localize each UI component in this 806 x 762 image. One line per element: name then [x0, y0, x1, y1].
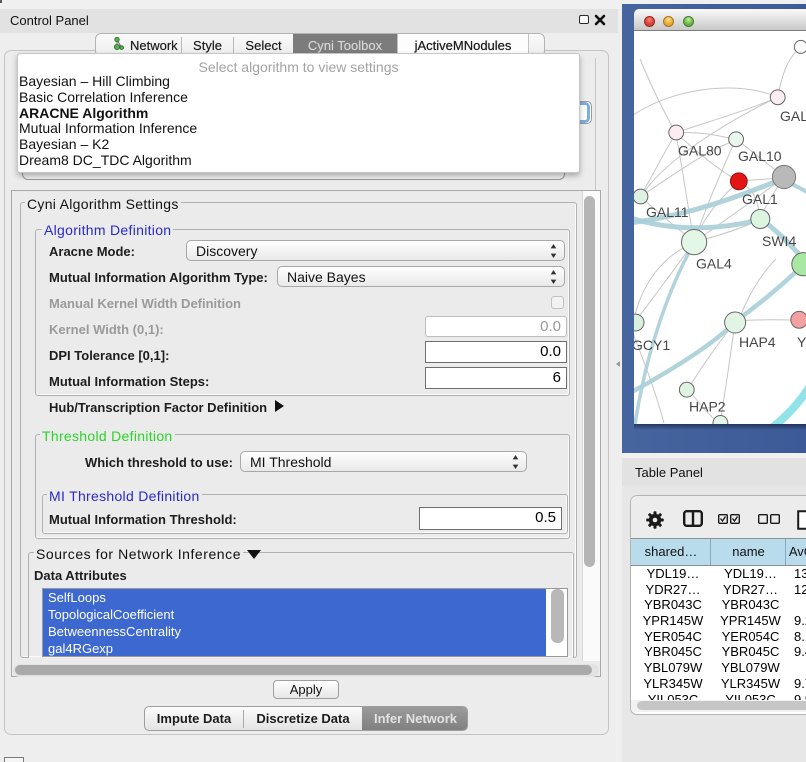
- svg-text:SWI4: SWI4: [762, 233, 796, 249]
- svg-text:GAL1: GAL1: [742, 191, 778, 207]
- svg-text:HAP4: HAP4: [739, 334, 776, 350]
- svg-text:GAL11: GAL11: [646, 204, 689, 220]
- svg-text:YEL021: YEL021: [797, 334, 806, 350]
- svg-text:GAL80: GAL80: [678, 143, 722, 159]
- svg-text:GCY1: GCY1: [634, 337, 670, 353]
- svg-text:HAP2: HAP2: [689, 399, 726, 415]
- svg-text:GAL80: GAL80: [780, 108, 806, 124]
- svg-text:GAL10: GAL10: [738, 148, 782, 164]
- svg-text:GAL4: GAL4: [696, 256, 732, 272]
